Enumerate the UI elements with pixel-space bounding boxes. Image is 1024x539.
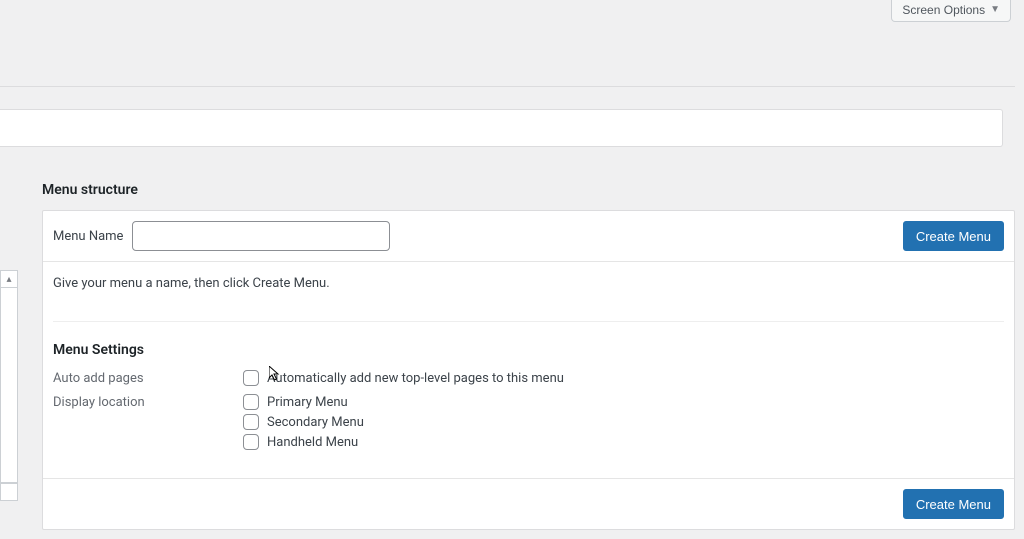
display-location-options: Primary Menu Secondary Menu Handheld Men… (243, 394, 364, 450)
create-menu-button-bottom[interactable]: Create Menu (903, 489, 1004, 519)
create-menu-button-top[interactable]: Create Menu (903, 221, 1004, 251)
sidebar-accordion-edge: ▴ (0, 270, 19, 505)
accordion-panel-edge (0, 483, 18, 501)
menu-name-input[interactable] (132, 221, 390, 251)
instruction-text: Give your menu a name, then click Create… (53, 276, 1004, 291)
divider-region (0, 86, 1015, 146)
secondary-menu-checkbox[interactable] (243, 414, 259, 430)
auto-add-options: Automatically add new top-level pages to… (243, 370, 564, 386)
menu-settings: Menu Settings Auto add pages Automatical… (53, 321, 1004, 450)
caret-up-icon: ▴ (6, 274, 11, 285)
auto-add-option-label: Automatically add new top-level pages to… (267, 371, 564, 386)
menu-panel-header: Menu Name Create Menu (43, 211, 1014, 262)
handheld-menu-label: Handheld Menu (267, 435, 358, 450)
menu-name-label: Menu Name (53, 229, 123, 244)
secondary-menu-label: Secondary Menu (267, 415, 364, 430)
accordion-toggle[interactable]: ▴ (0, 270, 18, 288)
primary-menu-checkbox[interactable] (243, 394, 259, 410)
auto-add-checkbox[interactable] (243, 370, 259, 386)
auto-add-label: Auto add pages (53, 370, 243, 386)
menu-settings-title: Menu Settings (53, 342, 1004, 358)
menu-name-wrap: Menu Name (53, 221, 390, 251)
handheld-menu-checkbox[interactable] (243, 434, 259, 450)
display-option-primary[interactable]: Primary Menu (243, 394, 364, 410)
menu-panel: Menu Name Create Menu Give your menu a n… (42, 210, 1015, 530)
settings-row-display-location: Display location Primary Menu Secondary … (53, 394, 1004, 450)
screen-options-button[interactable]: Screen Options ▼ (891, 0, 1011, 22)
caret-down-icon: ▼ (990, 4, 1000, 15)
auto-add-option[interactable]: Automatically add new top-level pages to… (243, 370, 564, 386)
top-bar: Screen Options ▼ (0, 0, 1024, 85)
content-area: Menu structure Menu Name Create Menu Giv… (42, 182, 1015, 530)
settings-row-auto-add: Auto add pages Automatically add new top… (53, 370, 1004, 386)
section-title: Menu structure (42, 182, 1015, 198)
display-option-handheld[interactable]: Handheld Menu (243, 434, 364, 450)
notice-panel (0, 109, 1003, 147)
screen-options-label: Screen Options (902, 3, 985, 17)
display-option-secondary[interactable]: Secondary Menu (243, 414, 364, 430)
accordion-panel-edge (0, 288, 18, 483)
menu-panel-body: Give your menu a name, then click Create… (43, 262, 1014, 478)
primary-menu-label: Primary Menu (267, 395, 348, 410)
display-location-label: Display location (53, 394, 243, 410)
menu-panel-footer: Create Menu (43, 478, 1014, 529)
